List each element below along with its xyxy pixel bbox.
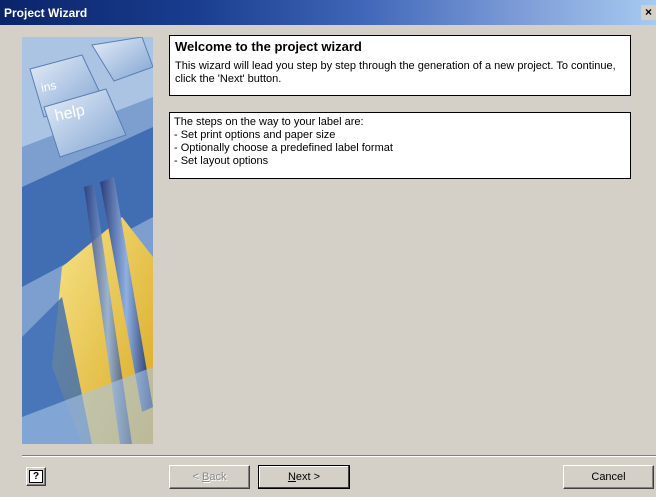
- back-label-rest: ack: [209, 471, 227, 483]
- button-separator: [22, 455, 656, 457]
- steps-intro: The steps on the way to your label are:: [174, 116, 364, 128]
- close-button[interactable]: ×: [641, 5, 656, 20]
- cancel-button[interactable]: Cancel: [563, 465, 654, 489]
- welcome-heading: Welcome to the project wizard: [175, 39, 362, 54]
- welcome-panel: Welcome to the project wizard This wizar…: [169, 35, 631, 96]
- next-button[interactable]: Next >: [258, 465, 350, 489]
- back-label-prefix: <: [192, 471, 202, 483]
- help-button[interactable]: ?: [26, 467, 46, 486]
- next-label-mnemonic: N: [287, 471, 296, 483]
- window-title: Project Wizard: [4, 5, 88, 20]
- step-item: - Optionally choose a predefined label f…: [174, 142, 393, 154]
- next-label-rest: ext >: [295, 471, 321, 483]
- close-icon: ×: [644, 5, 652, 19]
- back-button[interactable]: < Back: [169, 465, 250, 489]
- cancel-label: Cancel: [591, 471, 626, 483]
- back-label-mnemonic: B: [202, 471, 210, 483]
- step-item: - Set layout options: [174, 155, 269, 167]
- welcome-description: This wizard will lead you step by step t…: [175, 60, 616, 85]
- title-bar[interactable]: Project Wizard ×: [0, 0, 656, 25]
- wizard-side-image: ins help: [22, 37, 153, 444]
- step-item: - Set print options and paper size: [174, 129, 336, 141]
- steps-panel: The steps on the way to your label are: …: [169, 112, 631, 179]
- keyboard-pen-illustration: ins help: [22, 37, 153, 444]
- help-icon: ?: [29, 470, 43, 483]
